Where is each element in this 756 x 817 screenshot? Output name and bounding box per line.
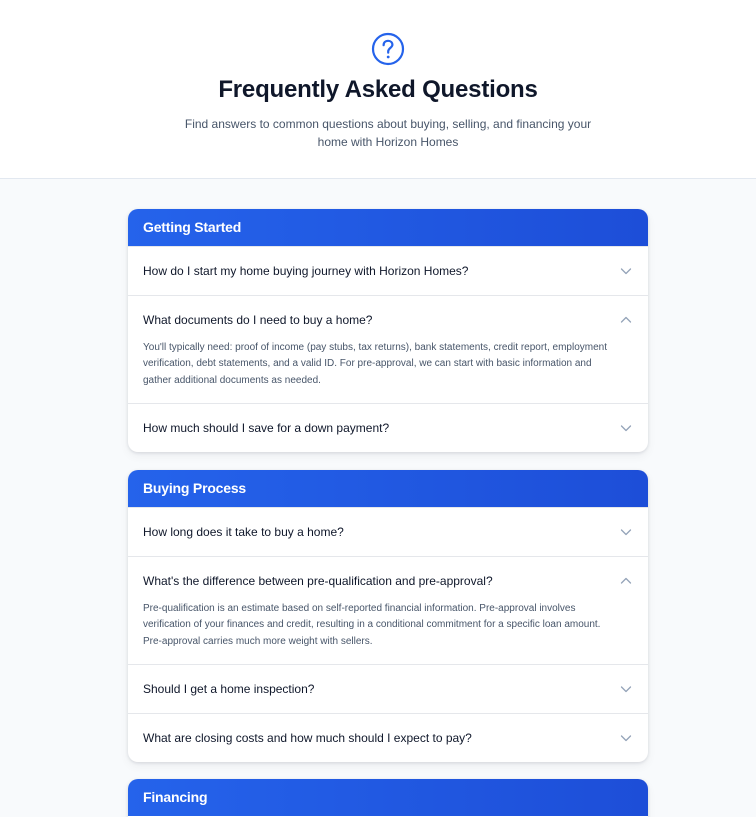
faq-question-text: What are closing costs and how much shou… (143, 730, 472, 745)
faq-item[interactable]: What's the difference between pre-qualif… (128, 556, 648, 664)
faq-question-text: Should I get a home inspection? (143, 681, 315, 696)
faq-section-getting-started: Getting Started How do I start my home b… (128, 209, 648, 452)
faq-question[interactable]: What documents do I need to buy a home? (128, 296, 648, 344)
chevron-down-icon (620, 686, 632, 693)
chevron-up-icon (620, 316, 632, 323)
section-title: Financing (128, 779, 648, 816)
faq-question[interactable]: How long does it take to buy a home? (128, 508, 648, 556)
chevron-down-icon (620, 268, 632, 275)
faq-question-text: How much should I save for a down paymen… (143, 420, 390, 435)
faq-section-financing: Financing (128, 779, 648, 817)
chevron-up-icon (620, 577, 632, 584)
section-title: Buying Process (128, 470, 648, 507)
faq-item[interactable]: Should I get a home inspection? (128, 663, 648, 713)
faq-question-text: How do I start my home buying journey wi… (143, 264, 469, 278)
faq-item[interactable]: What are closing costs and how much shou… (128, 712, 648, 762)
faq-answer: You'll typically need: proof of income (… (143, 342, 607, 386)
chevron-down-icon (620, 425, 632, 432)
faq-question-text: What's the difference between pre-qualif… (143, 574, 493, 588)
chevron-down-icon (620, 529, 632, 536)
faq-question-text: How long does it take to buy a home? (143, 525, 344, 539)
page-subtitle: Find answers to common questions about b… (184, 117, 592, 149)
faq-question[interactable]: How do I start my home buying journey wi… (128, 247, 648, 295)
section-title: Getting Started (128, 209, 648, 246)
faq-answer: Pre-qualification is an estimate based o… (143, 603, 601, 647)
faq-item[interactable]: How much should I save for a down paymen… (128, 402, 648, 452)
faq-hero: Frequently Asked Questions Find answers … (0, 0, 756, 179)
faq-item[interactable]: How do I start my home buying journey wi… (128, 246, 648, 295)
chevron-down-icon (620, 735, 632, 742)
faq-question[interactable]: Should I get a home inspection? (128, 665, 648, 713)
faq-question[interactable]: How much should I save for a down paymen… (128, 404, 648, 452)
page-title: Frequently Asked Questions (218, 76, 538, 103)
question-circle-icon (371, 32, 405, 66)
faq-question[interactable]: What are closing costs and how much shou… (128, 714, 648, 762)
faq-question-text: What documents do I need to buy a home? (143, 313, 373, 327)
faq-question[interactable]: What's the difference between pre-qualif… (128, 557, 648, 605)
faq-section-buying-process: Buying Process How long does it take to … (128, 470, 648, 762)
faq-item[interactable]: What documents do I need to buy a home? … (128, 295, 648, 403)
faq-item[interactable]: How long does it take to buy a home? (128, 507, 648, 556)
